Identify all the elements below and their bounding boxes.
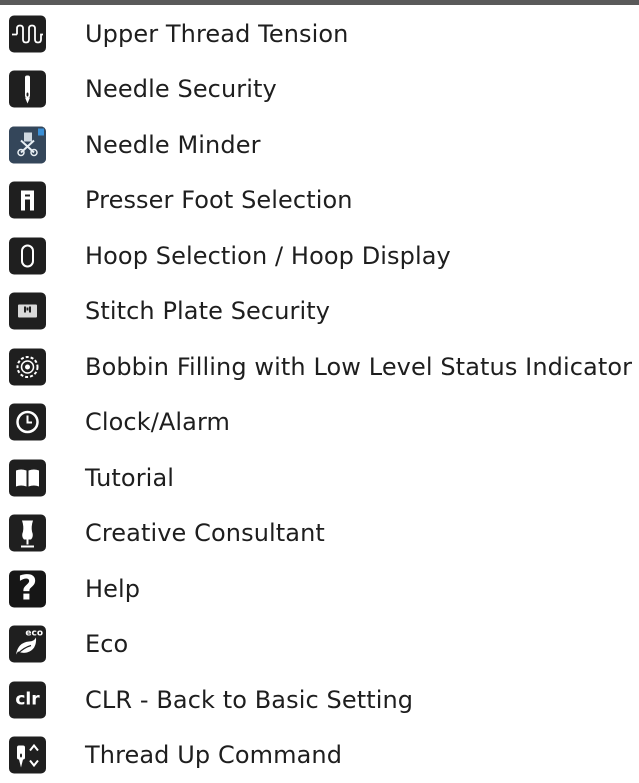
item-label: Creative Consultant	[85, 519, 325, 547]
item-label: Bobbin Filling with Low Level Status Ind…	[85, 353, 632, 381]
presser-foot-icon	[9, 182, 46, 219]
eco-label: eco	[25, 629, 43, 639]
bobbin-icon	[9, 348, 46, 385]
list-item: clr CLR - Back to Basic Setting	[0, 672, 639, 728]
book-icon	[9, 459, 46, 496]
needle-icon	[9, 71, 46, 108]
hoop-icon	[9, 237, 46, 274]
list-item: Upper Thread Tension	[0, 6, 639, 62]
item-label: Stitch Plate Security	[85, 297, 330, 325]
icon-legend-list: Upper Thread Tension Needle Security Nee…	[0, 6, 639, 783]
list-item: Needle Security	[0, 62, 639, 118]
stitch-plate-icon	[9, 293, 46, 330]
clock-icon	[9, 404, 46, 441]
list-item: Hoop Selection / Hoop Display	[0, 228, 639, 284]
dress-form-icon	[9, 515, 46, 552]
list-item: Creative Consultant	[0, 506, 639, 562]
item-label: CLR - Back to Basic Setting	[85, 686, 413, 714]
item-label: Upper Thread Tension	[85, 20, 348, 48]
clr-icon: clr	[9, 681, 46, 718]
list-item: eco Eco	[0, 617, 639, 673]
item-label: Presser Foot Selection	[85, 186, 353, 214]
item-label: Hoop Selection / Hoop Display	[85, 242, 451, 270]
list-item: Stitch Plate Security	[0, 284, 639, 340]
thread-tension-icon	[9, 15, 46, 52]
item-label: Tutorial	[85, 464, 174, 492]
list-item: Tutorial	[0, 450, 639, 506]
list-item: ? Help	[0, 561, 639, 617]
list-item: Needle Minder	[0, 117, 639, 173]
item-label: Needle Security	[85, 75, 277, 103]
eco-leaf-icon: eco	[9, 626, 46, 663]
item-label: Eco	[85, 630, 128, 658]
item-label: Thread Up Command	[85, 741, 342, 769]
top-rule	[0, 0, 639, 5]
list-item: Bobbin Filling with Low Level Status Ind…	[0, 339, 639, 395]
item-label: Needle Minder	[85, 131, 261, 159]
list-item: Thread Up Command	[0, 728, 639, 783]
help-icon: ?	[9, 570, 46, 607]
list-item: Clock/Alarm	[0, 395, 639, 451]
list-item: Presser Foot Selection	[0, 173, 639, 229]
needle-up-down-icon	[9, 737, 46, 774]
item-label: Clock/Alarm	[85, 408, 230, 436]
needle-minder-icon	[9, 126, 46, 163]
item-label: Help	[85, 575, 140, 603]
